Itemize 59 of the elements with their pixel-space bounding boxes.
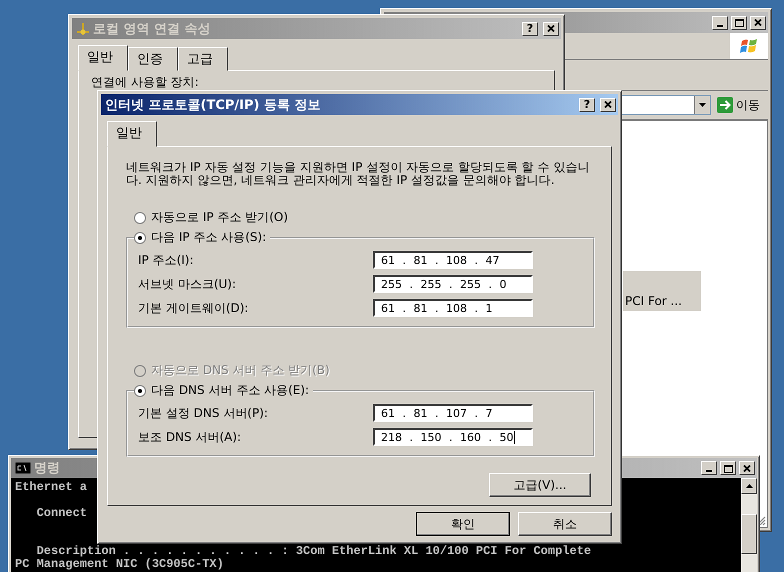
close-icon <box>742 464 752 472</box>
tab[interactable]: 인증 <box>128 47 178 71</box>
console-line: Connect <box>36 507 88 520</box>
close-button[interactable] <box>750 16 766 30</box>
close-button[interactable] <box>600 98 616 112</box>
radio-option[interactable]: 자동으로 IP 주소 받기(O) <box>134 209 595 226</box>
go-button[interactable]: 이동 <box>715 96 764 114</box>
dialog-button[interactable]: 확인 <box>416 512 510 536</box>
scroll-up-button[interactable] <box>741 478 757 494</box>
close-button[interactable] <box>543 22 559 36</box>
ip-address-field[interactable]: 255 . 255 . 255 . 0 <box>373 275 533 293</box>
dialog-button[interactable]: 취소 <box>518 512 612 536</box>
console-line: PC Management NIC (3C905C-TX) <box>15 558 224 571</box>
arrow-icon <box>717 97 733 113</box>
field-label: 서브넷 마스크(U): <box>138 276 236 292</box>
field-label: 보조 DNS 서버(A): <box>138 428 242 446</box>
list-item[interactable]: PCI For ... <box>623 271 701 311</box>
ip-address-field[interactable]: 61 . 81 . 108 . 47 <box>373 251 533 269</box>
close-icon <box>753 18 763 27</box>
field-label: 기본 설정 DNS 서버(P): <box>138 404 268 422</box>
minimize-icon <box>717 24 723 26</box>
min-button[interactable] <box>712 16 728 30</box>
caret-icon <box>699 103 706 107</box>
ip-address-field[interactable]: 61 . 81 . 108 . 1 <box>373 299 533 317</box>
radio-option[interactable]: 다음 DNS 서버 주소 사용(E): <box>134 382 310 399</box>
minimize-icon <box>706 470 712 472</box>
dropdown-button[interactable] <box>694 96 710 114</box>
window-title: 인터넷 프로토콜(TCP/IP) 등록 정보 <box>105 96 321 114</box>
scrollbar[interactable] <box>741 478 757 572</box>
tab[interactable]: 일반 <box>107 121 157 147</box>
console-icon <box>15 462 31 474</box>
close-icon <box>546 24 556 33</box>
advanced-button[interactable]: 고급(V)... <box>489 473 591 497</box>
maximize-icon <box>723 464 733 472</box>
field-label: IP 주소(I): <box>138 252 194 268</box>
help-button[interactable]: ? <box>579 98 595 112</box>
close-button[interactable] <box>739 461 755 475</box>
help-button[interactable]: ? <box>522 22 538 36</box>
network-icon <box>76 22 90 36</box>
window-title: 명령 <box>34 460 60 477</box>
flag-logo-icon <box>740 38 758 54</box>
max-button[interactable] <box>731 16 747 30</box>
max-button[interactable] <box>720 461 736 475</box>
ip-address-field[interactable]: 218 . 150 . 160 . 50 <box>373 428 533 446</box>
window-title: 로컬 영역 연결 속성 <box>93 20 211 38</box>
min-button[interactable] <box>701 461 717 475</box>
scroll-thumb[interactable] <box>741 514 757 554</box>
radio-option[interactable]: 다음 IP 주소 사용(S): <box>134 229 266 246</box>
console-line: Description . . . . . . . . . . . : 3Com EtherLink XL 10/100 PCI For Complete <box>36 545 592 558</box>
up-arrow-icon <box>746 484 752 488</box>
tab[interactable]: 고급 <box>178 47 228 71</box>
field-label: 기본 게이트웨이(D): <box>138 300 248 316</box>
maximize-icon <box>734 18 744 27</box>
tab[interactable]: 일반 <box>78 45 128 71</box>
ip-address-field[interactable]: 61 . 81 . 107 . 7 <box>373 404 533 422</box>
device-label: 연결에 사용할 장치: <box>91 74 200 91</box>
close-icon <box>603 100 613 109</box>
console-line: Ethernet a <box>15 481 88 494</box>
description-text: 네트워크가 IP 자동 설정 기능을 지원하면 IP 설정이 자동으로 할당되도록 할 수 있습니다. 지원하지 않으면, 네트워크 관리자에게 적절한 IP 설정값을 문의해야 합니다. <box>126 161 590 187</box>
